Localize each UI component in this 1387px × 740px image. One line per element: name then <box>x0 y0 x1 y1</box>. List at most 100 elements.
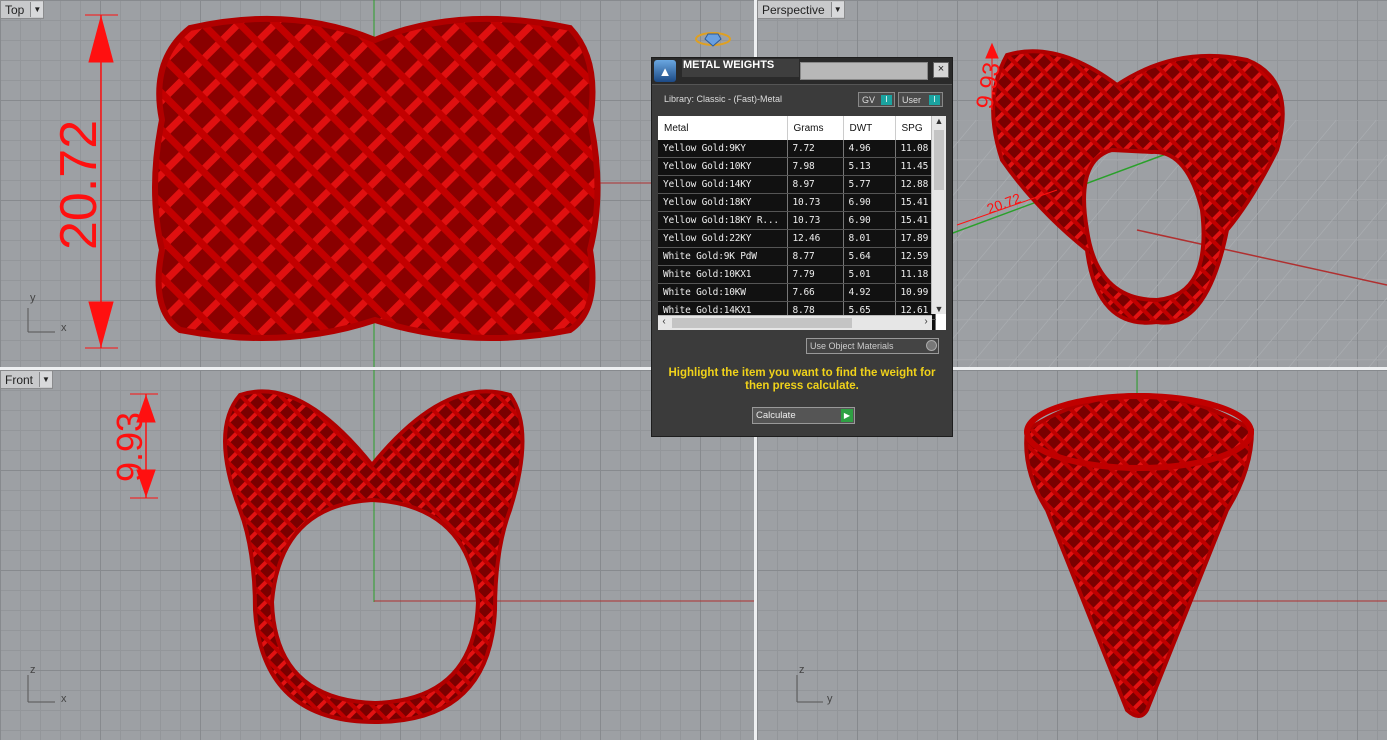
cell-metal[interactable]: Yellow Gold:14KY <box>658 175 788 194</box>
dialog-titlebar[interactable]: ▲ METAL WEIGHTS × <box>652 58 952 85</box>
cell-dwt[interactable]: 4.92 <box>843 283 896 302</box>
top-viewport[interactable]: 20.72 y x Top ▼ <box>0 0 754 367</box>
cell-metal[interactable]: Yellow Gold:18KY <box>658 193 788 212</box>
table-row[interactable]: White Gold:10KX1 7.79 5.01 11.18 <box>658 265 936 284</box>
cell-dwt[interactable]: 8.01 <box>843 229 896 248</box>
cell-dwt[interactable]: 5.77 <box>843 175 896 194</box>
table-row[interactable]: Yellow Gold:18KY R... 10.73 6.90 15.41 <box>658 211 936 230</box>
cell-grams[interactable]: 7.98 <box>787 157 844 176</box>
metal-table[interactable]: Metal Grams DWT SPG Yellow Gold:9KY 7.72 4… <box>658 116 946 330</box>
dimension-text: 9.93 <box>109 412 150 482</box>
column-header-dwt[interactable]: DWT <box>843 116 896 140</box>
dimension-text: 20.72 <box>50 120 108 250</box>
cell-grams[interactable]: 7.79 <box>787 265 844 284</box>
cell-spg[interactable]: 15.41 <box>895 211 936 230</box>
cell-spg[interactable]: 11.08 <box>895 140 936 158</box>
play-icon: ▶ <box>841 409 853 422</box>
scroll-left-icon[interactable]: ‹ <box>658 316 670 327</box>
scroll-up-icon[interactable]: ▲ <box>932 116 946 126</box>
cell-metal[interactable]: White Gold:10KW <box>658 283 788 302</box>
cell-dwt[interactable]: 6.90 <box>843 193 896 212</box>
axis-triad <box>796 675 823 703</box>
cell-grams[interactable]: 12.46 <box>787 229 844 248</box>
user-toggle-label: User <box>902 94 922 105</box>
viewport-label-perspective[interactable]: Perspective ▼ <box>757 0 845 19</box>
viewport-title: Top <box>5 2 25 17</box>
toggle-knob-icon: I <box>929 95 940 105</box>
gv-toggle-label: GV <box>862 94 876 105</box>
front-viewport-scene: 9.93 <box>27 370 754 725</box>
radio-icon <box>926 340 937 351</box>
chevron-down-icon[interactable]: ▼ <box>830 2 844 17</box>
cell-spg[interactable]: 12.88 <box>895 175 936 194</box>
scroll-right-icon[interactable]: › <box>920 316 932 327</box>
cell-grams[interactable]: 7.66 <box>787 283 844 302</box>
horizontal-scrollbar[interactable]: ‹ › <box>658 315 932 330</box>
calculate-label: Calculate <box>756 410 796 421</box>
cell-spg[interactable]: 15.41 <box>895 193 936 212</box>
ring-side-view <box>1024 393 1255 718</box>
cell-metal[interactable]: Yellow Gold:10KY <box>658 157 788 176</box>
library-label: Library: Classic - (Fast)-Metal <box>664 94 783 104</box>
table-row[interactable]: White Gold:9K PdW 8.77 5.64 12.59 <box>658 247 936 266</box>
title-drag-bar[interactable] <box>800 62 928 80</box>
table-row[interactable]: Yellow Gold:9KY 7.72 4.96 11.08 <box>658 140 936 158</box>
cell-dwt[interactable]: 5.64 <box>843 247 896 266</box>
column-header-metal[interactable]: Metal <box>658 116 788 140</box>
axis-triad <box>27 308 55 333</box>
cell-dwt[interactable]: 4.96 <box>843 140 896 158</box>
axis-label-y: y <box>827 693 833 705</box>
table-row[interactable]: White Gold:10KW 7.66 4.92 10.99 <box>658 283 936 302</box>
cell-dwt[interactable]: 5.13 <box>843 157 896 176</box>
cell-grams[interactable]: 7.72 <box>787 140 844 158</box>
table-row[interactable]: Yellow Gold:14KY 8.97 5.77 12.88 <box>658 175 936 194</box>
metal-weights-dialog[interactable]: ▲ METAL WEIGHTS × Library: Classic - (Fa… <box>651 57 953 437</box>
cell-metal[interactable]: Yellow Gold:18KY R... <box>658 211 788 230</box>
cell-grams[interactable]: 8.97 <box>787 175 844 194</box>
vertical-scrollbar[interactable]: ▲ ▼ <box>931 116 946 314</box>
axis-triad <box>27 675 55 703</box>
axis-label-z: z <box>30 664 36 676</box>
cell-spg[interactable]: 11.45 <box>895 157 936 176</box>
gv-toggle[interactable]: GV I <box>858 92 895 107</box>
cell-grams[interactable]: 10.73 <box>787 211 844 230</box>
viewport-label-front[interactable]: Front ▼ <box>0 370 54 389</box>
cell-spg[interactable]: 17.89 <box>895 229 936 248</box>
cell-metal[interactable]: White Gold:10KX1 <box>658 265 788 284</box>
close-icon[interactable]: × <box>933 62 949 78</box>
cell-dwt[interactable]: 6.90 <box>843 211 896 230</box>
cell-metal[interactable]: Yellow Gold:22KY <box>658 229 788 248</box>
table-row[interactable]: Yellow Gold:18KY 10.73 6.90 15.41 <box>658 193 936 212</box>
axis-label-y: y <box>30 292 36 304</box>
column-header-grams[interactable]: Grams <box>787 116 844 140</box>
axis-label-x: x <box>61 693 67 705</box>
cell-grams[interactable]: 10.73 <box>787 193 844 212</box>
top-viewport-scene: 20.72 <box>27 0 754 367</box>
gem-icon[interactable] <box>694 30 732 48</box>
table-row[interactable]: Yellow Gold:10KY 7.98 5.13 11.45 <box>658 157 936 176</box>
cell-spg[interactable]: 11.18 <box>895 265 936 284</box>
axis-label-z: z <box>799 664 805 676</box>
cell-spg[interactable]: 12.59 <box>895 247 936 266</box>
scroll-thumb[interactable] <box>672 318 852 328</box>
scroll-thumb[interactable] <box>934 130 944 190</box>
cell-dwt[interactable]: 5.01 <box>843 265 896 284</box>
scroll-down-icon[interactable]: ▼ <box>932 304 946 314</box>
cell-metal[interactable]: White Gold:9K PdW <box>658 247 788 266</box>
front-viewport[interactable]: 9.93 z x Front ▼ <box>0 370 754 740</box>
toggle-knob-icon: I <box>881 95 892 105</box>
cell-spg[interactable]: 10.99 <box>895 283 936 302</box>
instruction-text: Highlight the item you want to find the … <box>668 367 936 392</box>
viewport-label-top[interactable]: Top ▼ <box>0 0 45 19</box>
user-toggle[interactable]: User I <box>898 92 943 107</box>
cell-grams[interactable]: 8.77 <box>787 247 844 266</box>
chevron-down-icon[interactable]: ▼ <box>39 372 53 387</box>
column-header-spg[interactable]: SPG <box>895 116 936 140</box>
chevron-down-icon[interactable]: ▼ <box>30 2 44 17</box>
use-object-materials-label: Use Object Materials <box>810 341 894 351</box>
cell-metal[interactable]: Yellow Gold:9KY <box>658 140 788 158</box>
table-row[interactable]: Yellow Gold:22KY 12.46 8.01 17.89 <box>658 229 936 248</box>
app-logo-icon: ▲ <box>654 60 676 82</box>
calculate-button[interactable]: Calculate ▶ <box>752 407 855 424</box>
use-object-materials-toggle[interactable]: Use Object Materials <box>806 338 939 354</box>
